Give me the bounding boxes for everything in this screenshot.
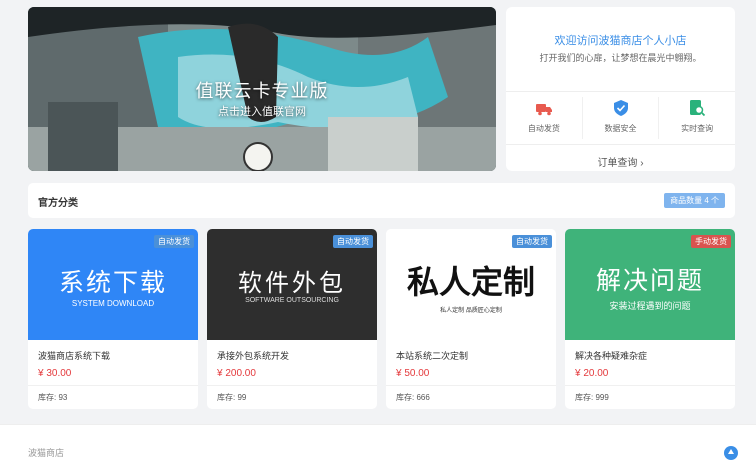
thumbnail-title: 私人定制 (406, 263, 535, 301)
product-name[interactable]: 解决各种疑难杂症 (575, 349, 647, 362)
delivery-tag: 手动发货 (691, 235, 731, 248)
thumbnail-title: 解决问题 (595, 267, 704, 295)
product-stock: 库存: 93 (38, 393, 68, 402)
product-card[interactable]: 软件外包 SOFTWARE OUTSOURCING 自动发货 承接外包系统开发 … (207, 229, 377, 409)
thumbnail-title: 系统下载 (58, 269, 167, 297)
thumbnail-subtitle: SOFTWARE OUTSOURCING (245, 297, 339, 304)
back-to-top-icon[interactable] (724, 446, 738, 460)
divider (386, 385, 556, 386)
shop-motto: 打开我们的心扉，让梦想在晨光中翱翔。 (539, 53, 702, 63)
divider (28, 385, 198, 386)
feature-label: 自动发货 (527, 124, 560, 133)
thumbnail-title: 软件外包 (238, 270, 346, 297)
product-name[interactable]: 承接外包系统开发 (217, 349, 289, 362)
product-price: ¥ 200.00 (217, 368, 256, 379)
feature-label: 数据安全 (604, 124, 637, 133)
banner-subtitle[interactable]: 点击进入值联官网 (28, 103, 496, 119)
feature-auto-delivery: 自动发货 (506, 97, 583, 139)
divider (207, 385, 377, 386)
feature-realtime-query: 实时查询 (659, 97, 735, 139)
delivery-tag: 自动发货 (512, 235, 552, 248)
thumbnail-subtitle: SYSTEM DOWNLOAD (71, 299, 155, 308)
banner[interactable]: 值联云卡专业版 点击进入值联官网 (28, 7, 496, 171)
feature-label: 实时查询 (681, 124, 714, 133)
shop-info-card: 欢迎访问波猫商店个人小店 打开我们的心扉，让梦想在晨光中翱翔。 自动发货 数据安… (506, 7, 735, 171)
divider (506, 91, 735, 92)
banner-title: 值联云卡专业版 (195, 81, 329, 101)
product-card[interactable]: 私人定制 私人定制 品质匠心定制 自动发货 本站系统二次定制 ¥ 50.00 库… (386, 229, 556, 409)
product-price: ¥ 50.00 (396, 368, 430, 379)
product-stock: 库存: 99 (217, 393, 247, 402)
shield-icon (613, 100, 628, 116)
footer: 波猫商店 (0, 424, 756, 468)
product-card[interactable]: 系统下载 SYSTEM DOWNLOAD 自动发货 波猫商店系统下载 ¥ 30.… (28, 229, 198, 409)
category-title: 官方分类 (38, 198, 78, 209)
thumbnail-subtitle: 私人定制 品质匠心定制 (440, 308, 502, 314)
product-price: ¥ 30.00 (38, 368, 72, 379)
search-doc-icon (690, 100, 706, 117)
product-count-badge: 商品数量 4 个 (664, 193, 725, 208)
product-name[interactable]: 波猫商店系统下载 (38, 349, 110, 362)
product-grid: 系统下载 SYSTEM DOWNLOAD 自动发货 波猫商店系统下载 ¥ 30.… (28, 229, 735, 409)
truck-icon (535, 104, 552, 116)
product-stock: 库存: 666 (396, 393, 430, 402)
product-card[interactable]: 解决问题 安装过程遇到的问题 手动发货 解决各种疑难杂症 ¥ 20.00 库存:… (565, 229, 735, 409)
shop-welcome: 欢迎访问波猫商店个人小店 (554, 35, 687, 47)
order-query-link[interactable]: 订单查询 › (506, 154, 735, 169)
delivery-tag: 自动发货 (154, 235, 194, 248)
divider (565, 385, 735, 386)
footer-text: 波猫商店 (28, 448, 65, 458)
thumbnail-subtitle: 安装过程遇到的问题 (609, 301, 691, 311)
product-price: ¥ 20.00 (575, 368, 609, 379)
product-name[interactable]: 本站系统二次定制 (396, 349, 468, 362)
product-stock: 库存: 999 (575, 393, 609, 402)
category-header: 官方分类 商品数量 4 个 (28, 183, 735, 218)
delivery-tag: 自动发货 (333, 235, 373, 248)
feature-list: 自动发货 数据安全 实时查询 (506, 97, 735, 139)
divider (506, 144, 735, 145)
feature-data-security: 数据安全 (583, 97, 660, 139)
